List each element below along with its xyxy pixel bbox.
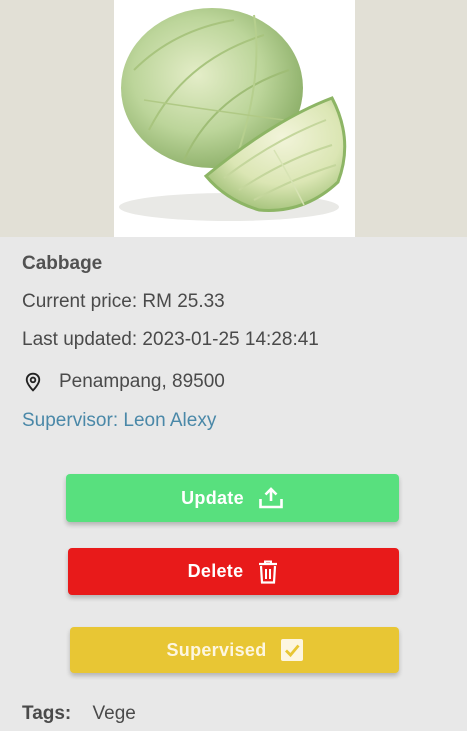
cabbage-image xyxy=(119,8,347,221)
delete-button-label: Delete xyxy=(187,561,244,581)
supervised-button-label: Supervised xyxy=(166,639,267,660)
product-image-banner xyxy=(0,0,467,237)
supervisor-link[interactable]: Supervisor: Leon Alexy xyxy=(22,410,216,432)
product-image xyxy=(114,0,355,237)
current-price: Current price: RM 25.33 xyxy=(22,291,225,312)
product-name: Cabbage xyxy=(22,253,103,274)
trash-icon xyxy=(257,559,279,585)
location-row: Penampang, 89500 xyxy=(22,371,225,393)
upload-icon xyxy=(258,486,284,510)
last-updated: Last updated: 2023-01-25 14:28:41 xyxy=(22,329,319,350)
delete-button[interactable]: Delete xyxy=(68,548,399,595)
tags-row: Tags: Vege xyxy=(22,703,136,725)
map-pin-icon xyxy=(22,371,44,393)
update-button[interactable]: Update xyxy=(66,474,399,522)
tag-value: Vege xyxy=(92,703,136,724)
supervised-button[interactable]: Supervised xyxy=(70,627,399,673)
checkbox-checked-icon xyxy=(280,639,303,661)
location-text: Penampang, 89500 xyxy=(59,371,225,392)
tags-label: Tags: xyxy=(22,703,72,724)
update-button-label: Update xyxy=(181,487,244,508)
